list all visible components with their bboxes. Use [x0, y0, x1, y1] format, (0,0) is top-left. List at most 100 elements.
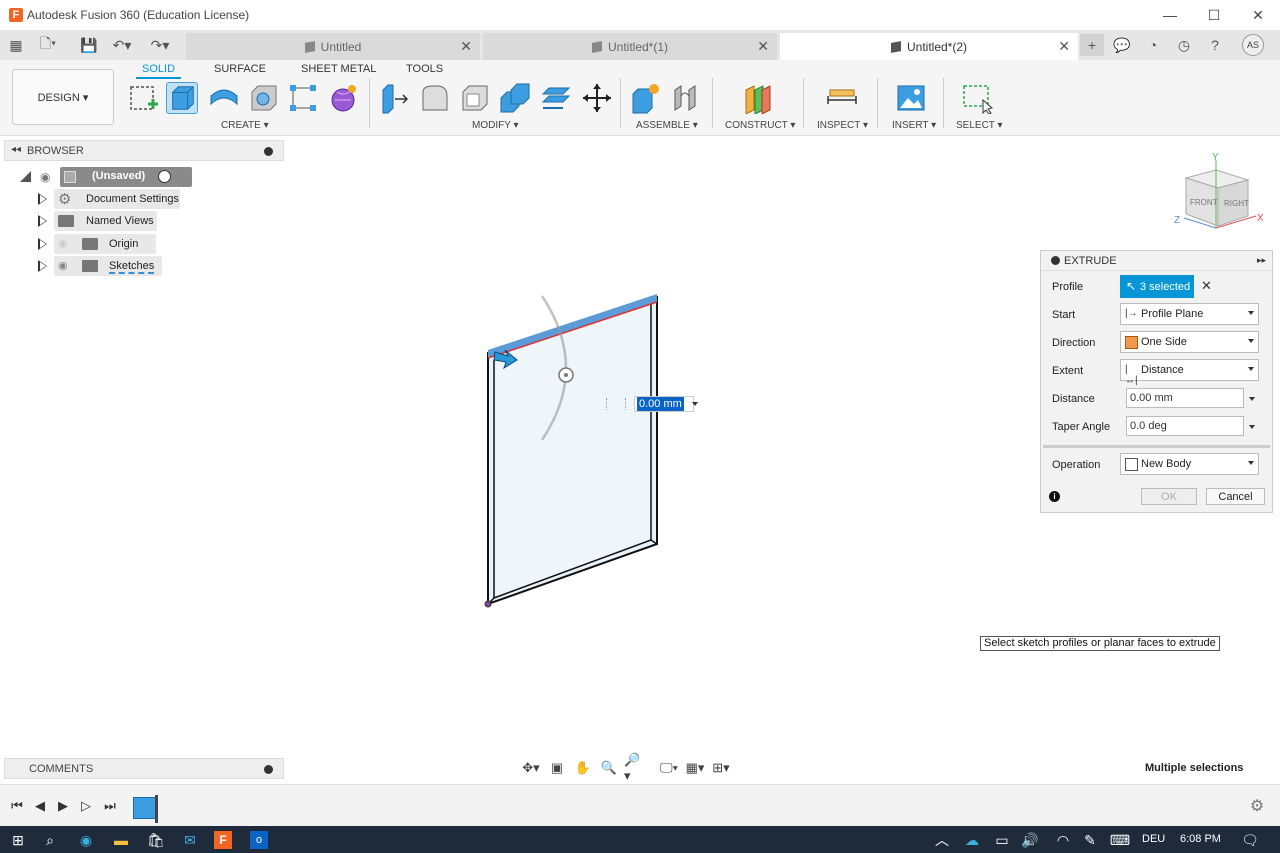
fillet-icon[interactable] [419, 82, 451, 114]
grid-menu-icon[interactable]: ▦ [6, 36, 26, 54]
undo-icon[interactable]: ↶▾ [112, 36, 132, 54]
edge-browser-icon[interactable]: ◉ [76, 830, 96, 850]
extent-select[interactable]: |↔| Distance [1120, 359, 1259, 386]
clear-selection-icon[interactable]: ✕ [1201, 278, 1212, 294]
timeline-settings-gear-icon[interactable]: ⚙ [1249, 798, 1265, 815]
viewports-icon[interactable]: ⊞▾ [710, 759, 732, 777]
minimize-button[interactable]: — [1148, 0, 1192, 30]
zoom-icon[interactable]: 🔍 [598, 759, 620, 777]
hole-icon[interactable] [248, 82, 280, 114]
insert-image-icon[interactable] [895, 82, 927, 114]
taper-dropdown-icon[interactable] [1249, 425, 1255, 429]
file-menu-icon[interactable]: 🗋▾ [38, 35, 58, 54]
tab-sheet-metal[interactable]: SHEET METAL [301, 63, 376, 75]
comments-icon[interactable]: 💬 [1110, 34, 1134, 56]
tab-untitled[interactable]: Untitled ✕ [186, 33, 480, 60]
shell-icon[interactable] [459, 82, 491, 114]
search-icon[interactable]: ⌕ [40, 830, 60, 850]
ok-button[interactable]: OK [1141, 488, 1197, 505]
combine-icon[interactable] [499, 82, 531, 114]
close-button[interactable]: ✕ [1236, 0, 1280, 30]
move-icon[interactable] [581, 82, 613, 114]
show-hidden-icons[interactable]: ︿ [932, 830, 952, 850]
tab-tools[interactable]: TOOLS [406, 63, 443, 75]
assemble-menu[interactable]: ASSEMBLE ▾ [636, 120, 698, 131]
redo-icon[interactable]: ↷▾ [150, 36, 170, 54]
select-window-icon[interactable] [961, 82, 993, 114]
workspace-switcher[interactable]: DESIGN ▾ [12, 69, 114, 125]
expand-dialog-icon[interactable]: ▸▸ [1257, 255, 1266, 266]
job-status-icon[interactable]: ◔ [1141, 34, 1165, 56]
notifications-icon[interactable]: 🗨 [1240, 830, 1260, 850]
revolve-icon[interactable] [208, 82, 240, 114]
maximize-button[interactable]: ☐ [1192, 0, 1236, 30]
close-tab-icon[interactable]: ✕ [757, 38, 769, 55]
distance-input[interactable]: 0.00 mm [1126, 388, 1244, 408]
windows-start-icon[interactable]: ⊞ [8, 830, 28, 850]
clock[interactable]: 6:08 PM [1180, 833, 1221, 845]
volume-icon[interactable]: 🔊 [1020, 830, 1040, 850]
offset-plane-icon[interactable] [742, 82, 774, 114]
look-at-icon[interactable]: ▣ [546, 759, 568, 777]
fit-icon[interactable]: 🔎▾ [624, 752, 646, 783]
play-icon[interactable]: ▶ [55, 798, 71, 814]
pan-icon[interactable]: ✋ [572, 759, 594, 777]
inline-distance-input[interactable]: 0.00 mm [637, 397, 684, 411]
help-icon[interactable]: ? [1203, 34, 1227, 56]
offset-face-icon[interactable] [540, 82, 572, 114]
comments-panel-header[interactable]: COMMENTS [4, 758, 284, 779]
operation-select[interactable]: New Body [1120, 453, 1259, 475]
modify-menu[interactable]: MODIFY ▾ [472, 120, 519, 131]
add-comment-icon[interactable] [264, 765, 273, 774]
save-icon[interactable]: 💾 [79, 36, 99, 54]
user-avatar[interactable]: AS [1242, 34, 1264, 56]
measure-icon[interactable] [826, 82, 858, 114]
tab-solid[interactable]: SOLID [135, 63, 182, 79]
close-tab-icon[interactable]: ✕ [460, 38, 472, 55]
timeline-sketch-feature[interactable] [133, 797, 157, 819]
tab-untitled-1[interactable]: Untitled*(1) ✕ [483, 33, 777, 60]
keyboard-icon[interactable]: ⌨ [1110, 830, 1130, 850]
inline-dropdown-icon[interactable] [692, 402, 698, 406]
inline-distance-widget[interactable]: 0.00 mm [606, 396, 702, 412]
mail-icon[interactable]: ✉ [180, 830, 200, 850]
clock-icon[interactable]: ◷ [1172, 34, 1196, 56]
create-menu[interactable]: CREATE ▾ [221, 120, 269, 131]
view-cube[interactable]: FRONT RIGHT Y X Z [1174, 152, 1264, 229]
grid-settings-icon[interactable]: ▦▾ [684, 759, 706, 777]
file-explorer-icon[interactable]: ▬ [111, 830, 131, 850]
insert-menu[interactable]: INSERT ▾ [892, 120, 936, 131]
fusion-taskbar-icon[interactable]: F [214, 831, 232, 849]
create-sketch-icon[interactable] [128, 82, 160, 114]
new-tab-button[interactable]: + [1080, 34, 1104, 56]
extrude-icon[interactable] [166, 82, 198, 114]
construct-menu[interactable]: CONSTRUCT ▾ [725, 120, 795, 131]
tab-surface[interactable]: SURFACE [214, 63, 266, 75]
display-settings-icon[interactable]: 🖵▾ [658, 759, 680, 777]
joint-icon[interactable] [671, 82, 703, 114]
close-tab-icon[interactable]: ✕ [1058, 38, 1070, 55]
taper-angle-input[interactable]: 0.0 deg [1126, 416, 1244, 436]
cancel-button[interactable]: Cancel [1206, 488, 1265, 505]
inspect-menu[interactable]: INSPECT ▾ [817, 120, 868, 131]
onedrive-icon[interactable]: ☁ [962, 830, 982, 850]
select-menu[interactable]: SELECT ▾ [956, 120, 1003, 131]
direction-select[interactable]: One Side [1120, 331, 1259, 353]
press-pull-icon[interactable] [379, 82, 411, 114]
pattern-icon[interactable] [287, 82, 319, 114]
battery-icon[interactable]: ▭ [992, 830, 1012, 850]
pen-icon[interactable]: ✎ [1080, 830, 1100, 850]
go-to-start-icon[interactable]: ⏮ [9, 798, 25, 814]
form-icon[interactable] [327, 82, 359, 114]
orbit-icon[interactable]: ✥▾ [520, 759, 542, 777]
outlook-icon[interactable]: o [250, 831, 268, 849]
new-component-icon[interactable] [630, 82, 662, 114]
tab-untitled-2[interactable]: Untitled*(2) ✕ [780, 33, 1078, 60]
step-back-icon[interactable]: ◀ [32, 798, 48, 814]
input-language[interactable]: DEU [1142, 833, 1165, 845]
distance-dropdown-icon[interactable] [1249, 397, 1255, 401]
go-to-end-icon[interactable]: ⏭ [102, 798, 118, 814]
wifi-icon[interactable]: ◠ [1053, 830, 1073, 850]
timeline-marker[interactable] [155, 795, 158, 823]
info-icon[interactable]: i [1049, 491, 1060, 502]
